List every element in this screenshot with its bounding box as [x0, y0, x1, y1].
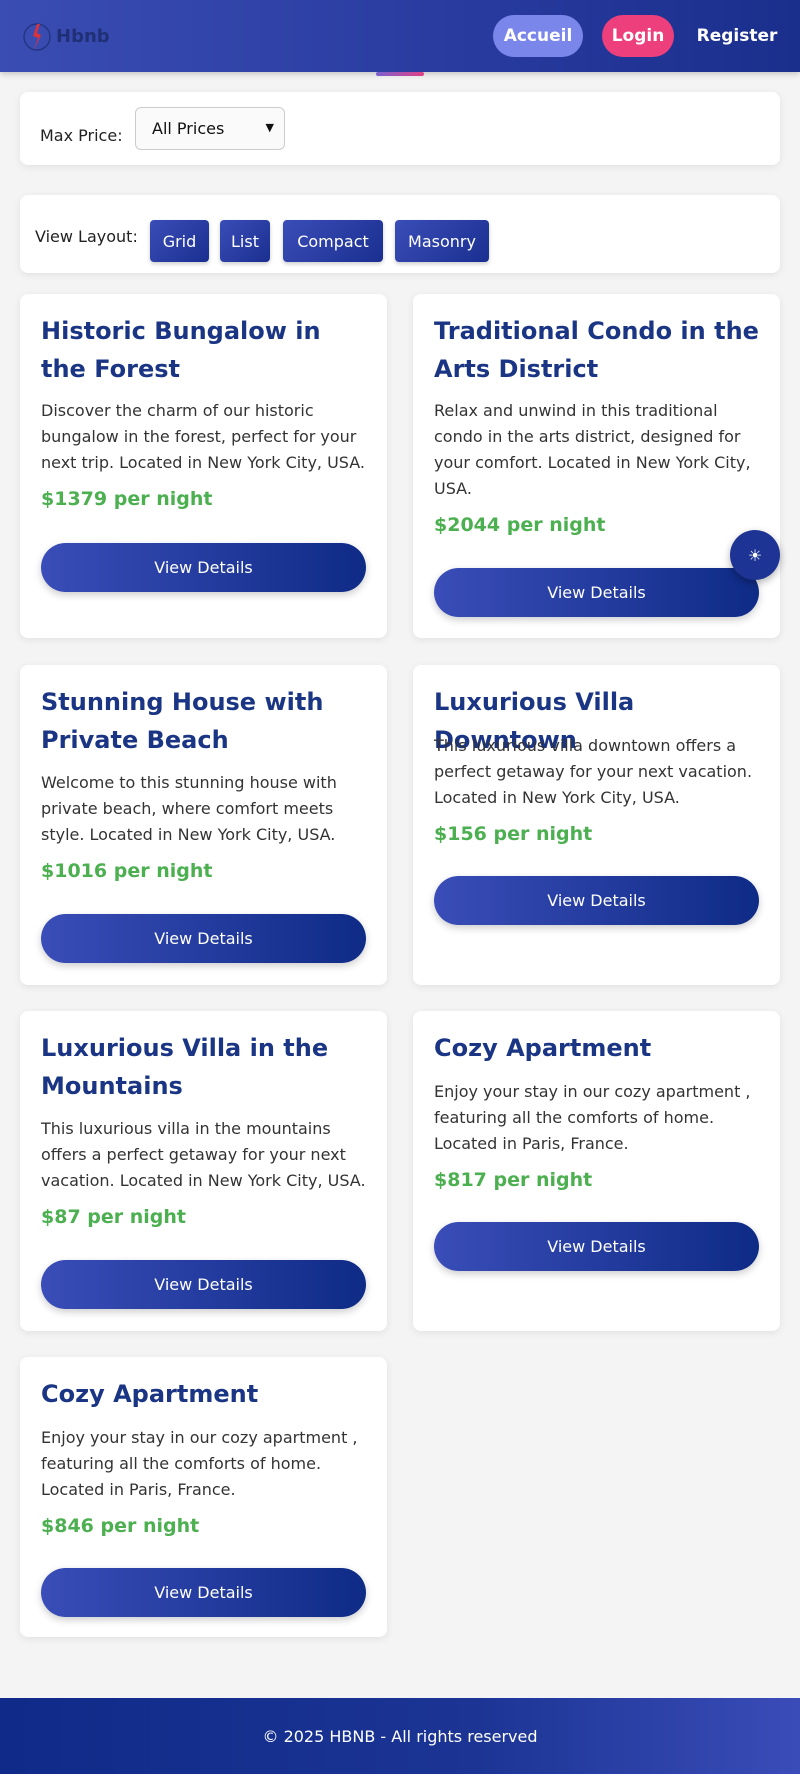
place-price: $1016 per night [41, 860, 213, 882]
layout-list-button[interactable]: List [220, 220, 270, 262]
place-price: $1379 per night [41, 488, 213, 510]
place-description: Enjoy your stay in our cozy apartment , … [434, 1082, 751, 1153]
place-card: Cozy Apartment Enjoy your stay in our co… [413, 1011, 780, 1331]
place-title: Cozy Apartment [434, 1034, 652, 1062]
nav-accueil-button[interactable]: Accueil [493, 15, 583, 57]
place-title: Luxurious Villa in the Mountains [41, 1034, 329, 1100]
logo-icon [23, 23, 51, 51]
place-card: Luxurious Villa in the Mountains This lu… [20, 1011, 387, 1331]
place-card: Stunning House with Private Beach Welcom… [20, 665, 387, 985]
place-title: Stunning House with Private Beach [41, 688, 324, 754]
nav-login-button[interactable]: Login [602, 15, 674, 57]
view-layout-label: View Layout: [35, 227, 138, 246]
place-card: Luxurious Villa Downtown This luxurious … [413, 665, 780, 985]
place-description: Welcome to this stunning house with priv… [41, 773, 337, 844]
place-price: $817 per night [434, 1169, 593, 1191]
footer-text: © 2025 HBNB - All rights reserved [262, 1726, 538, 1746]
view-details-button[interactable]: View Details [434, 876, 759, 925]
view-details-button[interactable]: View Details [41, 1260, 366, 1309]
place-card: Historic Bungalow in the Forest Discover… [20, 294, 387, 638]
layout-masonry-button[interactable]: Masonry [395, 220, 489, 262]
place-price: $156 per night [434, 823, 593, 845]
place-description: This luxurious villa downtown offers a p… [434, 736, 753, 807]
place-description: Enjoy your stay in our cozy apartment , … [41, 1428, 358, 1499]
max-price-select[interactable]: All Prices ▼ [135, 107, 285, 150]
max-price-value: All Prices [152, 119, 225, 138]
layout-compact-button[interactable]: Compact [283, 220, 383, 262]
layout-panel: View Layout: Grid List Compact Masonry [20, 195, 780, 273]
place-price: $846 per night [41, 1515, 200, 1537]
site-footer: © 2025 HBNB - All rights reserved [0, 1698, 800, 1774]
place-description: Discover the charm of our historic bunga… [41, 401, 366, 472]
place-title: Traditional Condo in the Arts District [434, 317, 759, 383]
layout-grid-button[interactable]: Grid [150, 220, 209, 262]
sun-icon: ☀ [747, 545, 763, 565]
active-nav-indicator [376, 72, 424, 76]
place-card: Traditional Condo in the Arts District R… [413, 294, 780, 638]
theme-toggle-button[interactable]: ☀ [730, 530, 780, 580]
view-details-button[interactable]: View Details [41, 914, 366, 963]
site-header: Hbnb Accueil Login Register [0, 0, 800, 72]
nav-register-link[interactable]: Register [694, 15, 780, 57]
chevron-down-icon: ▼ [265, 121, 274, 134]
max-price-label: Max Price: [40, 126, 123, 145]
place-title: Cozy Apartment [41, 1380, 259, 1408]
view-details-button[interactable]: View Details [41, 1568, 366, 1617]
filter-panel: Max Price: All Prices ▼ [20, 92, 780, 165]
place-card: Cozy Apartment Enjoy your stay in our co… [20, 1357, 387, 1637]
place-price: $87 per night [41, 1206, 186, 1228]
place-description: Relax and unwind in this traditional con… [434, 401, 751, 498]
view-details-button[interactable]: View Details [41, 543, 366, 592]
view-details-button[interactable]: View Details [434, 568, 759, 617]
logo-text: Hbnb [56, 25, 110, 47]
place-title: Historic Bungalow in the Forest [41, 317, 321, 383]
place-price: $2044 per night [434, 514, 606, 536]
view-details-button[interactable]: View Details [434, 1222, 759, 1271]
logo[interactable]: Hbnb [22, 18, 110, 54]
place-description: This luxurious villa in the mountains of… [41, 1119, 366, 1190]
